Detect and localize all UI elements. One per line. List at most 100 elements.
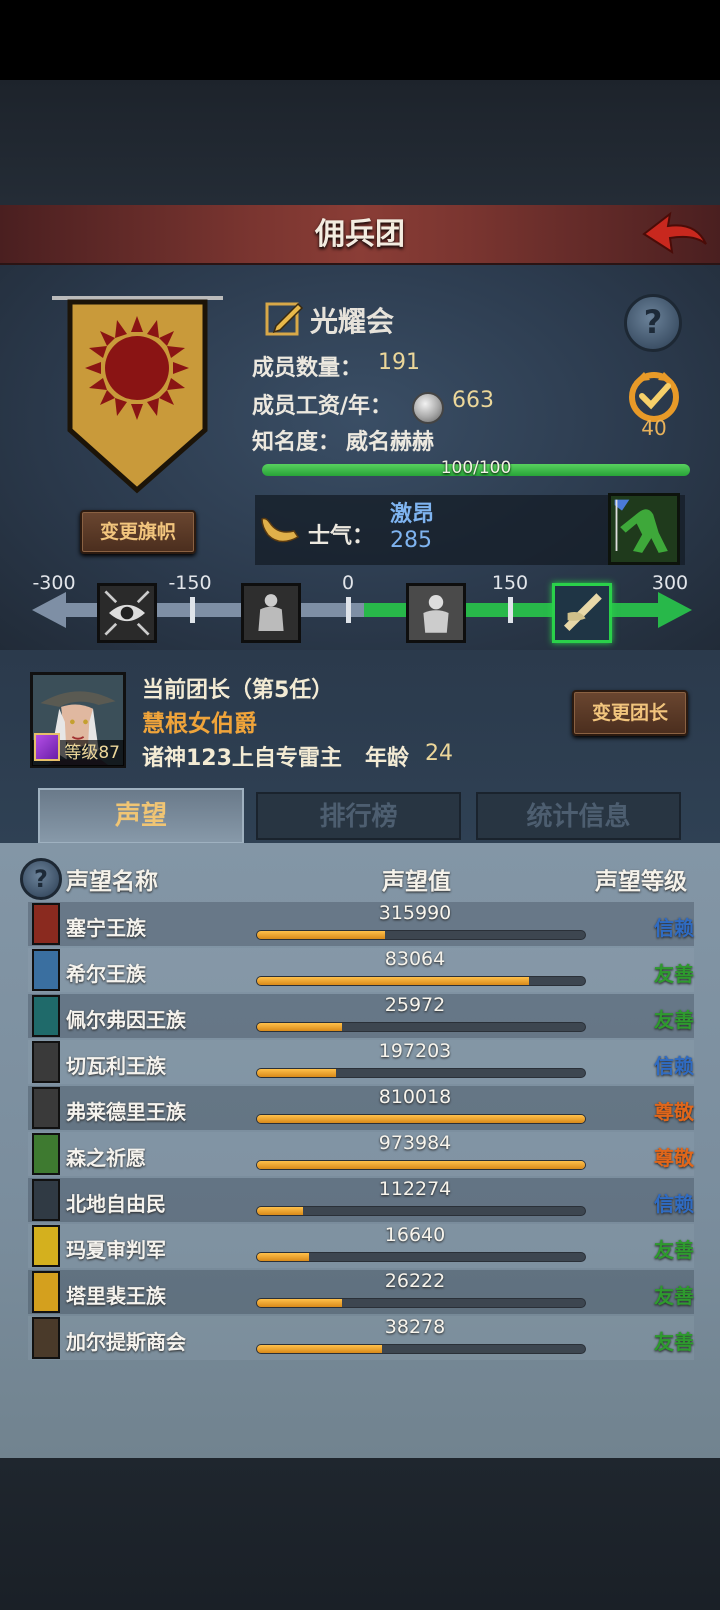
scale-tick-label: 0 (341, 572, 355, 594)
faction-crest-icon (32, 1087, 60, 1129)
faction-name: 弗莱德里王族 (66, 1100, 186, 1124)
reputation-progress-fill (257, 1299, 343, 1307)
table-row[interactable]: 塔里裴王族 26222 友善 (28, 1270, 694, 1314)
reputation-value: 26222 (384, 1270, 446, 1292)
faction-crest-icon (32, 1179, 60, 1221)
scale-tick (346, 597, 351, 623)
horn-icon (261, 517, 300, 543)
reputation-level: 尊敬 (654, 1100, 694, 1124)
edit-name-icon[interactable] (264, 298, 304, 338)
reputation-progress-fill (257, 1023, 343, 1031)
back-arrow-icon[interactable] (640, 210, 710, 260)
reputation-level: 友善 (654, 962, 694, 986)
table-row[interactable]: 希尔王族 83064 友善 (28, 948, 694, 992)
fame-title: 威名赫赫 (346, 430, 435, 455)
reputation-progress-bar (256, 1206, 586, 1216)
table-row[interactable]: 玛夏审判军 16640 友善 (28, 1224, 694, 1268)
faction-name: 塔里裴王族 (66, 1284, 166, 1308)
change-banner-button[interactable]: 变更旗帜 (80, 510, 196, 554)
faction-crest-icon (32, 1271, 60, 1313)
tab-leaderboard[interactable]: 排行榜 (256, 792, 461, 840)
faction-name: 佩尔弗因王族 (66, 1008, 186, 1032)
page-title: 佣兵团 (315, 217, 405, 252)
guild-banner-icon (52, 296, 223, 494)
faction-name: 塞宁王族 (66, 916, 146, 940)
reputation-level: 尊敬 (654, 1146, 694, 1170)
members-value: 191 (378, 350, 420, 375)
scale-tick-label: -150 (168, 572, 212, 594)
reputation-progress-bar (256, 1022, 586, 1032)
faction-crest-icon (32, 1317, 60, 1359)
guild-name: 光耀会 (310, 305, 395, 338)
top-background (0, 80, 720, 205)
victory-banner-icon[interactable] (552, 583, 612, 643)
table-row[interactable]: 森之祈愿 973984 尊敬 (28, 1132, 694, 1176)
reputation-level: 信赖 (654, 1192, 694, 1216)
scale-tick (508, 597, 513, 623)
faction-crest-icon (32, 995, 60, 1037)
reputation-level: 友善 (654, 1238, 694, 1262)
leader-title: 当前团长（第5任） (142, 678, 334, 703)
reputation-value: 315990 (378, 902, 452, 924)
calm-figure-icon[interactable] (406, 583, 466, 643)
reputation-progress-bar (256, 1252, 586, 1262)
scale-arrow-left (32, 592, 66, 628)
change-leader-button[interactable]: 变更团长 (572, 690, 688, 736)
reputation-value: 973984 (378, 1132, 452, 1154)
silver-coin-icon (412, 392, 444, 424)
faction-name: 森之祈愿 (66, 1146, 146, 1170)
table-row[interactable]: 塞宁王族 315990 信赖 (28, 902, 694, 946)
leader-info: 诸神123上自专雷主 (142, 746, 342, 771)
faction-name: 希尔王族 (66, 962, 146, 986)
leader-name: 慧根女伯爵 (142, 711, 257, 737)
members-label: 成员数量： (252, 356, 363, 381)
charge-flag-icon[interactable] (608, 493, 680, 565)
table-help-icon[interactable]: ? (20, 858, 62, 900)
faction-name: 加尔提斯商会 (66, 1330, 186, 1354)
table-row[interactable]: 加尔提斯商会 38278 友善 (28, 1316, 694, 1360)
reputation-value: 197203 (378, 1040, 452, 1062)
reputation-value: 112274 (378, 1178, 452, 1200)
help-icon[interactable]: ? (624, 294, 682, 352)
reputation-value: 38278 (384, 1316, 446, 1338)
faction-crest-icon (32, 903, 60, 945)
reputation-progress-fill (257, 931, 385, 939)
eye-curse-icon[interactable] (97, 583, 157, 643)
tab-reputation[interactable]: 声望 (38, 788, 244, 844)
fame-progress-text: 100/100 (440, 458, 512, 478)
reputation-progress-bar (256, 1298, 586, 1308)
leader-age-label: 年龄 (365, 746, 410, 771)
morale-state: 激昂 (390, 502, 435, 527)
scale-tick (190, 597, 195, 623)
reputation-progress-fill (257, 1069, 336, 1077)
morale-label: 士气： (308, 524, 375, 549)
table-row[interactable]: 切瓦利王族 197203 信赖 (28, 1040, 694, 1084)
header-rep-name: 声望名称 (66, 869, 158, 895)
despair-figure-icon[interactable] (241, 583, 301, 643)
table-row[interactable]: 佩尔弗因王族 25972 友善 (28, 994, 694, 1038)
reputation-value: 16640 (384, 1224, 446, 1246)
salary-value: 663 (452, 388, 494, 413)
reputation-progress-fill (257, 1115, 585, 1123)
scale-tick-label: -300 (32, 572, 76, 594)
header-rep-value: 声望值 (382, 869, 451, 895)
reputation-level: 友善 (654, 1284, 694, 1308)
reputation-value: 83064 (384, 948, 446, 970)
tab-statistics[interactable]: 统计信息 (476, 792, 681, 840)
scale-arrow-right (658, 592, 692, 628)
faction-name: 切瓦利王族 (66, 1054, 166, 1078)
salary-label: 成员工资/年： (252, 394, 393, 419)
reputation-progress-bar (256, 976, 586, 986)
reputation-level: 信赖 (654, 1054, 694, 1078)
faction-crest-icon (32, 949, 60, 991)
table-row[interactable]: 北地自由民 112274 信赖 (28, 1178, 694, 1222)
medal-value: 40 (641, 416, 667, 440)
staff-class-icon (34, 733, 60, 761)
reputation-value: 810018 (378, 1086, 452, 1108)
morale-value: 285 (390, 528, 432, 553)
faction-crest-icon (32, 1133, 60, 1175)
status-bar-area (0, 0, 720, 80)
table-row[interactable]: 弗莱德里王族 810018 尊敬 (28, 1086, 694, 1130)
reputation-progress-fill (257, 977, 530, 985)
faction-crest-icon (32, 1225, 60, 1267)
